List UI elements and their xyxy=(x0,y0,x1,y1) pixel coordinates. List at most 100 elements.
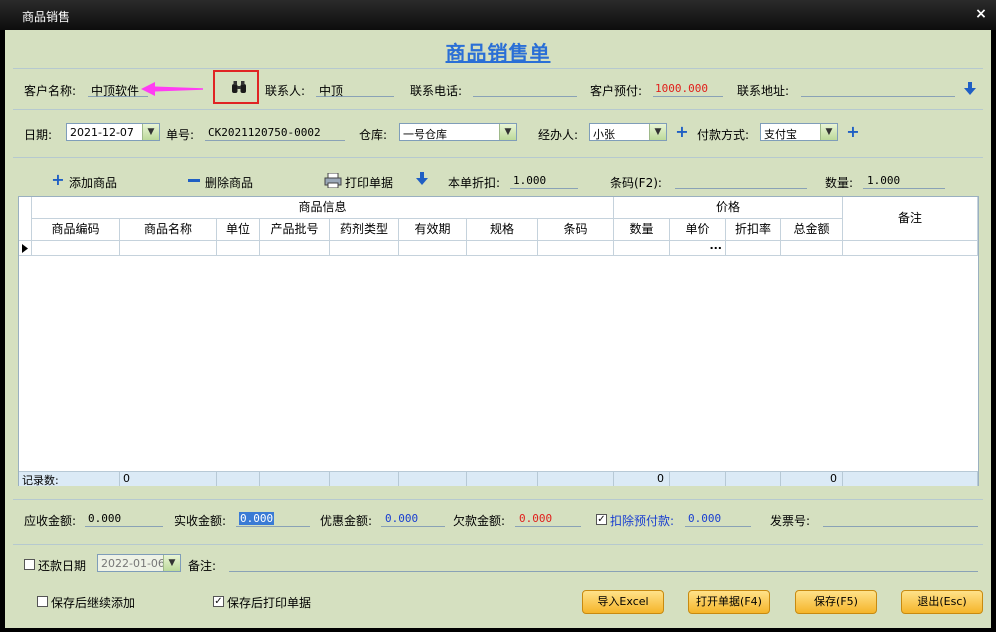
table-cell[interactable] xyxy=(260,241,330,256)
chevron-down-icon[interactable]: ▼ xyxy=(142,124,159,140)
address-label: 联系地址: xyxy=(737,84,790,98)
keep-adding-checkbox[interactable] xyxy=(37,596,48,607)
exit-button[interactable]: 退出(Esc) xyxy=(901,590,983,614)
column-header-remark-label: 备注 xyxy=(897,211,922,225)
table-cell[interactable] xyxy=(843,241,978,256)
table-cell[interactable] xyxy=(399,241,467,256)
chevron-down-icon[interactable]: ▼ xyxy=(499,124,516,140)
table-cell[interactable] xyxy=(614,241,670,256)
barcode-label: 条码(F2): xyxy=(610,176,662,190)
group-header-price: 价格 xyxy=(614,197,843,219)
print-after-save-checkbox[interactable]: ✓ xyxy=(213,596,224,607)
footer-cell xyxy=(726,472,781,486)
column-header[interactable]: 条码 xyxy=(538,219,614,241)
column-header-remark[interactable]: 备注 xyxy=(843,197,978,241)
table-cell[interactable] xyxy=(330,241,399,256)
price-cell[interactable]: ... xyxy=(670,239,726,256)
add-product-plus-icon[interactable]: + xyxy=(51,172,65,188)
arrow-down-icon[interactable] xyxy=(964,82,976,96)
received-label: 实收金额: xyxy=(174,514,227,528)
address-field[interactable] xyxy=(801,78,955,97)
received-value: 0.000 xyxy=(239,512,275,525)
discount-amount-label: 优惠金额: xyxy=(320,514,373,528)
divider xyxy=(13,499,983,500)
minus-icon[interactable] xyxy=(188,179,200,182)
binoculars-icon[interactable] xyxy=(231,80,247,94)
column-header[interactable]: 总金额 xyxy=(781,219,843,241)
footer-cell xyxy=(260,472,330,486)
remark-input[interactable] xyxy=(229,553,978,572)
column-header[interactable]: 产品批号 xyxy=(260,219,330,241)
column-header-label: 条码 xyxy=(563,222,588,236)
delete-product-button[interactable]: 删除商品 xyxy=(205,174,253,191)
row-indicator[interactable] xyxy=(19,241,32,256)
repay-date-checkbox[interactable] xyxy=(24,559,35,570)
deduct-prepay-checkbox[interactable]: ✓ xyxy=(596,514,607,525)
chevron-down-icon[interactable]: ▼ xyxy=(163,555,180,571)
column-header[interactable]: 药剂类型 xyxy=(330,219,399,241)
handler-select[interactable]: 小张 ▼ xyxy=(589,123,667,141)
payment-select[interactable]: 支付宝 ▼ xyxy=(760,123,838,141)
pointer-arrow xyxy=(141,82,203,96)
title-bar[interactable]: 商品销售 × xyxy=(0,0,996,30)
column-header[interactable]: 折扣率 xyxy=(726,219,781,241)
date-picker[interactable]: 2021-12-07 ▼ xyxy=(66,123,160,141)
column-header[interactable]: 单价 xyxy=(670,219,726,241)
arrow-down-icon[interactable] xyxy=(416,172,428,186)
keep-adding-label[interactable]: 保存后继续添加 xyxy=(51,594,135,611)
ellipsis-button[interactable]: ... xyxy=(709,239,722,252)
table-cell[interactable] xyxy=(726,241,781,256)
add-handler-plus-icon[interactable]: + xyxy=(675,124,689,140)
table-cell[interactable] xyxy=(217,241,260,256)
invoice-input[interactable] xyxy=(823,508,978,527)
print-button[interactable]: 打印单据 xyxy=(345,174,393,191)
discount-amount-value: 0.000 xyxy=(385,512,419,525)
open-order-button[interactable]: 打开单据(F4) xyxy=(688,590,770,614)
footer-records-cell: 0 xyxy=(120,472,217,486)
add-product-button[interactable]: 添加商品 xyxy=(69,174,117,191)
column-header[interactable]: 商品编码 xyxy=(32,219,120,241)
receivable-value: 0.000 xyxy=(88,512,122,525)
table-cell[interactable] xyxy=(120,241,217,256)
divider xyxy=(13,109,983,110)
column-header[interactable]: 有效期 xyxy=(399,219,467,241)
table-cell[interactable] xyxy=(538,241,614,256)
import-excel-button[interactable]: 导入Excel xyxy=(582,590,664,614)
column-header[interactable]: 单位 xyxy=(217,219,260,241)
receivable-label: 应收金额: xyxy=(24,514,77,528)
discount-value: 1.000 xyxy=(513,174,547,187)
barcode-input[interactable] xyxy=(675,170,807,189)
table-cell[interactable] xyxy=(32,241,120,256)
save-button[interactable]: 保存(F5) xyxy=(795,590,877,614)
phone-field[interactable] xyxy=(473,78,577,97)
table-cell[interactable] xyxy=(467,241,538,256)
group-header-info: 商品信息 xyxy=(32,197,614,219)
footer-cell xyxy=(843,472,978,486)
date-value: 2021-12-07 xyxy=(70,126,134,139)
footer-amount-total-cell: 0 xyxy=(781,472,843,486)
print-after-save-label[interactable]: 保存后打印单据 xyxy=(227,594,311,611)
column-header[interactable]: 规格 xyxy=(467,219,538,241)
repay-date-label[interactable]: 还款日期 xyxy=(38,557,86,574)
deduct-prepay-label[interactable]: 扣除预付款: xyxy=(610,512,674,529)
footer-cell xyxy=(217,472,260,486)
product-grid[interactable]: 商品信息 价格 备注 商品编码 商品名称 单位 产品批号 药剂类型 有效期 规格… xyxy=(18,196,979,487)
add-payment-plus-icon[interactable]: + xyxy=(846,124,860,140)
column-header-label: 商品名称 xyxy=(143,222,192,236)
column-header-label: 有效期 xyxy=(414,222,451,236)
warehouse-select[interactable]: 一号仓库 ▼ xyxy=(399,123,517,141)
close-icon[interactable]: × xyxy=(972,5,990,23)
printer-icon[interactable] xyxy=(324,173,342,188)
column-header-label: 总金额 xyxy=(793,222,830,236)
repay-date-value: 2022-01-06 xyxy=(101,557,165,570)
column-header[interactable]: 商品名称 xyxy=(120,219,217,241)
column-header-label: 数量 xyxy=(629,222,654,236)
divider xyxy=(13,157,983,158)
column-header[interactable]: 数量 xyxy=(614,219,670,241)
chevron-down-icon[interactable]: ▼ xyxy=(649,124,666,140)
prepay-value: 1000.000 xyxy=(655,82,708,95)
table-cell[interactable] xyxy=(781,241,843,256)
main-window: 商品销售 × 商品销售单 客户名称: 中顶软件 联系人: 中顶 联系电话: 客户… xyxy=(0,0,996,632)
chevron-down-icon[interactable]: ▼ xyxy=(820,124,837,140)
repay-date-picker[interactable]: 2022-01-06 ▼ xyxy=(97,554,181,572)
